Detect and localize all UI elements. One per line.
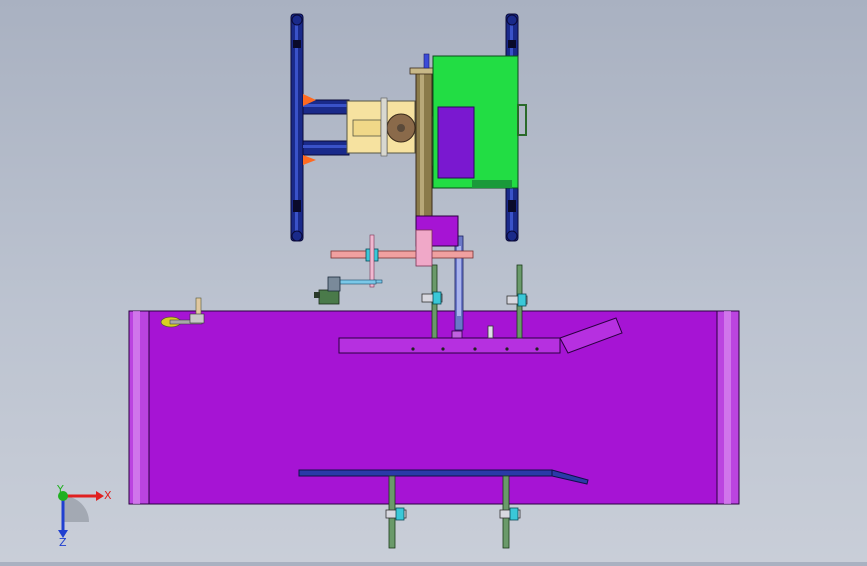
axis-triad: X Y Z: [56, 483, 112, 549]
axis-z-label: Z: [59, 536, 67, 549]
cad-viewport[interactable]: X Y Z: [0, 0, 867, 562]
cad-model-canvas[interactable]: X Y Z: [0, 0, 867, 562]
axis-y-label: Y: [56, 483, 64, 496]
spindle-block[interactable]: [415, 215, 459, 267]
frame-crossbars[interactable]: [302, 94, 350, 165]
axis-x-label: X: [104, 489, 112, 502]
motor-housing[interactable]: [432, 55, 527, 189]
frame-left-column[interactable]: [290, 13, 304, 242]
vertical-slide-bar[interactable]: [454, 235, 464, 331]
small-actuator[interactable]: [314, 276, 341, 305]
drive-bracket[interactable]: [346, 97, 416, 157]
